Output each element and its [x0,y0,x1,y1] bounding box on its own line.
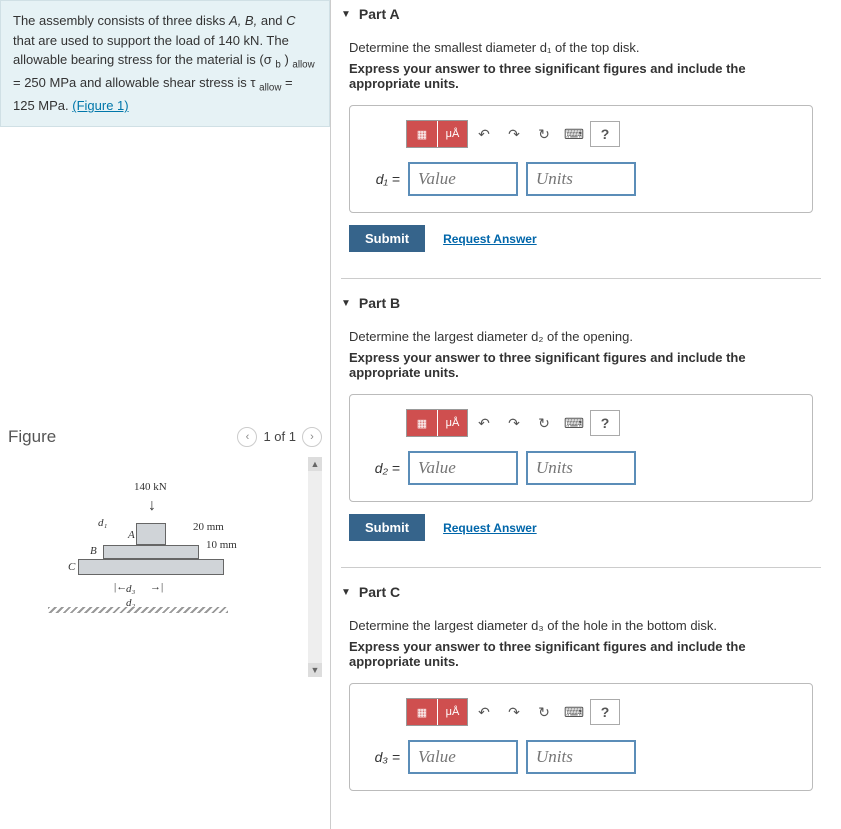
part-a-answer-block: ▦ μÅ ↶ ↷ ↻ ⌨ ? d₁ = [349,105,813,213]
part-a-question: Determine the smallest diameter d₁ of th… [349,40,813,55]
undo-icon[interactable]: ↶ [470,121,498,147]
keyboard-icon[interactable]: ⌨ [560,410,588,436]
help-icon[interactable]: ? [590,410,620,436]
figure-viewport: ▲ ▼ 140 kN ↓ d₁ A 20 mm 10 mm B C d₃ d₂ [8,457,322,677]
part-a-submit-button[interactable]: Submit [349,225,425,252]
part-c-var-label: d₃ = [366,749,400,765]
part-b-submit-button[interactable]: Submit [349,514,425,541]
part-c-answer-block: ▦ μÅ ↶ ↷ ↻ ⌨ ? d₃ = [349,683,813,791]
figure-diagram: 140 kN ↓ d₁ A 20 mm 10 mm B C d₃ d₂ [48,487,268,637]
symbols-button[interactable]: μÅ [437,410,467,436]
part-c-question: Determine the largest diameter d₃ of the… [349,618,813,633]
disk-names: A, B, [229,13,257,28]
redo-icon[interactable]: ↷ [500,699,528,725]
d3-label: d₃ [126,583,135,595]
disk-b-label: B [90,545,97,557]
part-b-instruction: Express your answer to three significant… [349,350,813,380]
part-c-section: ▼ Part C Determine the largest diameter … [341,578,821,811]
undo-icon[interactable]: ↶ [470,699,498,725]
figure-section: Figure ‹ 1 of 1 › ▲ ▼ 140 kN ↓ d₁ A 20 m… [0,427,330,677]
symbols-button[interactable]: μÅ [437,121,467,147]
figure-next-button[interactable]: › [302,427,322,447]
part-c-value-input[interactable] [408,740,518,774]
scroll-up-icon[interactable]: ▲ [308,457,322,471]
dim-20-label: 20 mm [193,521,224,533]
part-b-title: Part B [359,295,400,311]
keyboard-icon[interactable]: ⌨ [560,699,588,725]
part-c-header[interactable]: ▼ Part C [341,578,821,606]
figure-link[interactable]: (Figure 1) [72,98,128,113]
d1-label: d₁ [98,517,107,529]
part-c-toolbar: ▦ μÅ ↶ ↷ ↻ ⌨ ? [406,698,796,726]
reset-icon[interactable]: ↻ [530,410,558,436]
part-a-var-label: d₁ = [366,171,400,187]
part-c-title: Part C [359,584,400,600]
undo-icon[interactable]: ↶ [470,410,498,436]
part-b-units-input[interactable] [526,451,636,485]
part-c-instruction: Express your answer to three significant… [349,639,813,669]
part-a-toolbar: ▦ μÅ ↶ ↷ ↻ ⌨ ? [406,120,796,148]
reset-icon[interactable]: ↻ [530,699,558,725]
part-a-title: Part A [359,6,400,22]
redo-icon[interactable]: ↷ [500,121,528,147]
part-a-units-input[interactable] [526,162,636,196]
part-a-section: ▼ Part A Determine the smallest diameter… [341,0,821,260]
help-icon[interactable]: ? [590,699,620,725]
ground-hatch-icon [48,607,228,613]
disk-a-label: A [128,529,135,541]
reset-icon[interactable]: ↻ [530,121,558,147]
help-icon[interactable]: ? [590,121,620,147]
template-button[interactable]: ▦ [407,410,437,436]
problem-statement: The assembly consists of three disks A, … [0,0,330,127]
part-a-request-link[interactable]: Request Answer [443,232,537,246]
part-b-section: ▼ Part B Determine the largest diameter … [341,289,821,549]
divider [341,567,821,568]
part-c-units-input[interactable] [526,740,636,774]
template-button[interactable]: ▦ [407,699,437,725]
scroll-down-icon[interactable]: ▼ [308,663,322,677]
caret-down-icon: ▼ [341,9,351,20]
part-b-header[interactable]: ▼ Part B [341,289,821,317]
divider [341,278,821,279]
part-b-value-input[interactable] [408,451,518,485]
part-a-value-input[interactable] [408,162,518,196]
part-b-toolbar: ▦ μÅ ↶ ↷ ↻ ⌨ ? [406,409,796,437]
part-b-request-link[interactable]: Request Answer [443,521,537,535]
figure-title: Figure [8,427,56,447]
load-label: 140 kN [134,481,167,493]
problem-text: The assembly consists of three disks [13,13,229,28]
disk-c-label: C [68,561,75,573]
arrow-down-icon: ↓ [148,497,156,515]
part-a-header[interactable]: ▼ Part A [341,0,821,28]
part-b-answer-block: ▦ μÅ ↶ ↷ ↻ ⌨ ? d₂ = [349,394,813,502]
redo-icon[interactable]: ↷ [500,410,528,436]
caret-down-icon: ▼ [341,298,351,309]
symbols-button[interactable]: μÅ [437,699,467,725]
figure-prev-button[interactable]: ‹ [237,427,257,447]
part-b-var-label: d₂ = [366,460,400,476]
caret-down-icon: ▼ [341,587,351,598]
keyboard-icon[interactable]: ⌨ [560,121,588,147]
figure-counter: 1 of 1 [263,429,296,444]
template-button[interactable]: ▦ [407,121,437,147]
part-a-instruction: Express your answer to three significant… [349,61,813,91]
part-b-question: Determine the largest diameter d₂ of the… [349,329,813,344]
dim-10-label: 10 mm [206,539,237,551]
